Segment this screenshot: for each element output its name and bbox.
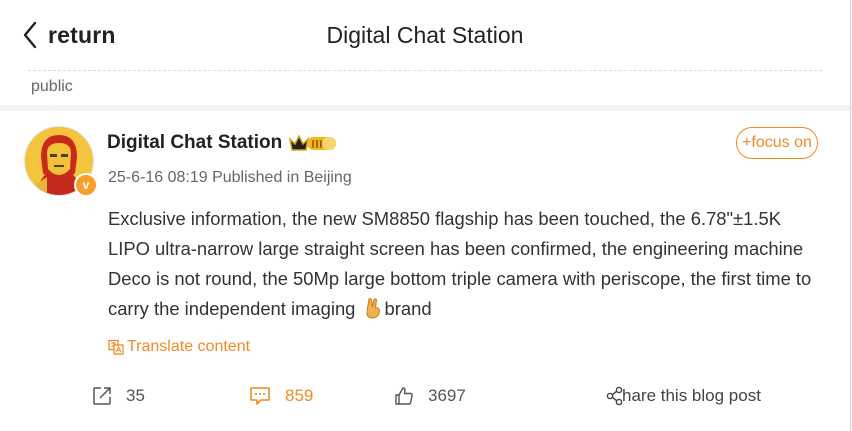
post-content: Exclusive information, the new SM8850 fl… <box>108 204 823 328</box>
victory-hand-emoji <box>363 297 383 328</box>
page-title: Digital Chat Station <box>326 22 524 48</box>
repost-count: 35 <box>126 386 145 405</box>
follow-label: +focus on <box>742 134 812 151</box>
top-bar: return Digital Chat Station <box>0 0 850 70</box>
post-text-end: brand <box>384 298 432 319</box>
author-row: Digital Chat Station III <box>107 132 338 154</box>
badge-level: III <box>311 140 323 151</box>
comment-icon <box>250 387 270 405</box>
like-button[interactable]: 3697 <box>394 384 466 408</box>
crown-badge-icon: III <box>288 133 338 153</box>
like-icon <box>395 387 413 405</box>
share-label: hare this blog post <box>622 386 761 405</box>
avatar[interactable]: v <box>24 126 98 197</box>
section-divider <box>0 105 850 111</box>
visibility-label: public <box>31 78 73 95</box>
share-button[interactable]: hare this blog post <box>606 384 761 408</box>
verified-icon: v <box>74 173 98 197</box>
translate-icon <box>108 339 124 355</box>
follow-button[interactable]: +focus on <box>736 127 818 159</box>
header-divider <box>28 70 822 71</box>
repost-button[interactable]: 35 <box>92 384 145 408</box>
post-card: return Digital Chat Station public v Dig… <box>0 0 851 431</box>
translate-label: Translate content <box>127 338 251 355</box>
comment-button[interactable]: 859 <box>249 384 313 408</box>
post-meta: 25-6-16 08:19 Published in Beijing <box>108 169 352 186</box>
post-text: Exclusive information, the new SM8850 fl… <box>108 208 812 319</box>
translate-link[interactable]: Translate content <box>108 338 250 356</box>
comment-count: 859 <box>285 386 314 405</box>
repost-icon <box>93 387 111 405</box>
author-name[interactable]: Digital Chat Station <box>107 132 282 154</box>
like-count: 3697 <box>428 386 466 405</box>
